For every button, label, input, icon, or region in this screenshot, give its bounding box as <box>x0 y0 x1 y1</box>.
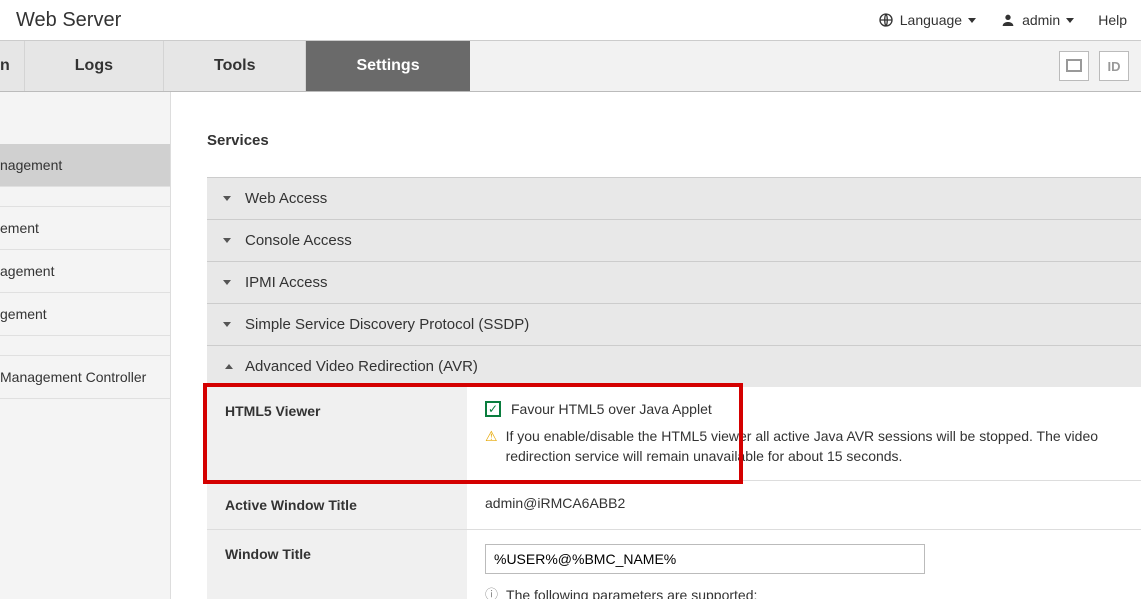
info-icon: ⓘ <box>485 586 498 599</box>
acc-header-web-access[interactable]: Web Access <box>207 178 1141 219</box>
acc-header-ipmi-access[interactable]: IPMI Access <box>207 262 1141 303</box>
chevron-down-icon <box>968 18 976 23</box>
acc-ipmi-access: IPMI Access <box>207 262 1141 304</box>
help-link[interactable]: Help <box>1098 12 1127 28</box>
main-content: Services Web Access Console Access IPMI … <box>171 92 1141 599</box>
params-info: ⓘ The following parameters are supported… <box>485 586 1123 599</box>
sidebar-item-4[interactable]: Management Controller <box>0 356 170 399</box>
acc-header-console-access[interactable]: Console Access <box>207 220 1141 261</box>
favour-html5-checkbox[interactable]: ✓ <box>485 401 501 417</box>
acc-console-access: Console Access <box>207 220 1141 262</box>
acc-web-access: Web Access <box>207 178 1141 220</box>
label-active-window-title: Active Window Title <box>207 481 467 529</box>
avr-body: HTML5 Viewer ✓ Favour HTML5 over Java Ap… <box>207 387 1141 599</box>
tab-partial[interactable]: n <box>0 41 25 91</box>
monitor-icon <box>1066 59 1082 73</box>
value-window-title: ⓘ The following parameters are supported… <box>467 530 1141 599</box>
label-window-title: Window Title <box>207 530 467 599</box>
language-label: Language <box>900 12 962 28</box>
chevron-up-icon <box>223 361 233 372</box>
acc-header-avr[interactable]: Advanced Video Redirection (AVR) <box>207 346 1141 387</box>
acc-header-ssdp[interactable]: Simple Service Discovery Protocol (SSDP) <box>207 304 1141 345</box>
window-title-input[interactable] <box>485 544 925 574</box>
main-tabs: n Logs Tools Settings ID <box>0 40 1141 92</box>
help-label: Help <box>1098 12 1127 28</box>
chevron-down-icon <box>223 193 233 204</box>
services-accordion: Web Access Console Access IPMI Access Si… <box>207 177 1141 599</box>
user-icon <box>1000 12 1016 28</box>
user-label: admin <box>1022 12 1060 28</box>
params-text: The following parameters are supported: <box>506 586 757 599</box>
acc-avr: Advanced Video Redirection (AVR) HTML5 V… <box>207 346 1141 599</box>
value-active-window-title: admin@iRMCA6ABB2 <box>467 481 1141 525</box>
acc-ssdp: Simple Service Discovery Protocol (SSDP) <box>207 304 1141 346</box>
user-menu[interactable]: admin <box>1000 12 1074 28</box>
row-active-window-title: Active Window Title admin@iRMCA6ABB2 <box>207 481 1141 530</box>
top-bar: Web Server Language admin Help <box>0 0 1141 40</box>
value-html5-viewer: ✓ Favour HTML5 over Java Applet ⚠ If you… <box>467 387 1141 480</box>
tab-settings[interactable]: Settings <box>306 41 469 91</box>
html5-warning: ⚠ If you enable/disable the HTML5 viewer… <box>485 427 1123 466</box>
sidebar-item-2[interactable]: agement <box>0 250 170 293</box>
favour-html5-label: Favour HTML5 over Java Applet <box>511 401 712 417</box>
favour-html5-checkbox-wrap: ✓ Favour HTML5 over Java Applet <box>485 401 1123 417</box>
sidebar: nagement ement agement gement Management… <box>0 92 171 599</box>
chevron-down-icon <box>223 319 233 330</box>
tab-logs[interactable]: Logs <box>25 41 164 91</box>
row-window-title: Window Title ⓘ The following parameters … <box>207 530 1141 599</box>
top-right: Language admin Help <box>878 12 1131 28</box>
label-html5-viewer: HTML5 Viewer <box>207 387 467 480</box>
window-icon[interactable] <box>1059 51 1089 81</box>
warning-text: If you enable/disable the HTML5 viewer a… <box>506 427 1123 466</box>
chevron-down-icon <box>223 277 233 288</box>
sidebar-spacer <box>0 187 170 207</box>
chevron-down-icon <box>223 235 233 246</box>
chevron-down-icon <box>1066 18 1074 23</box>
page-title: Services <box>207 132 1141 149</box>
sidebar-item-1[interactable]: ement <box>0 207 170 250</box>
language-menu[interactable]: Language <box>878 12 976 28</box>
body: nagement ement agement gement Management… <box>0 92 1141 599</box>
globe-icon <box>878 12 894 28</box>
row-html5-viewer: HTML5 Viewer ✓ Favour HTML5 over Java Ap… <box>207 387 1141 481</box>
sidebar-item-3[interactable]: gement <box>0 293 170 336</box>
tab-tools[interactable]: Tools <box>164 41 306 91</box>
sidebar-spacer-2 <box>0 336 170 356</box>
id-icon[interactable]: ID <box>1099 51 1129 81</box>
app-title: Web Server <box>10 9 878 32</box>
warning-icon: ⚠ <box>485 427 498 447</box>
sidebar-item-0[interactable]: nagement <box>0 144 170 187</box>
tab-spacer: ID <box>470 41 1141 91</box>
